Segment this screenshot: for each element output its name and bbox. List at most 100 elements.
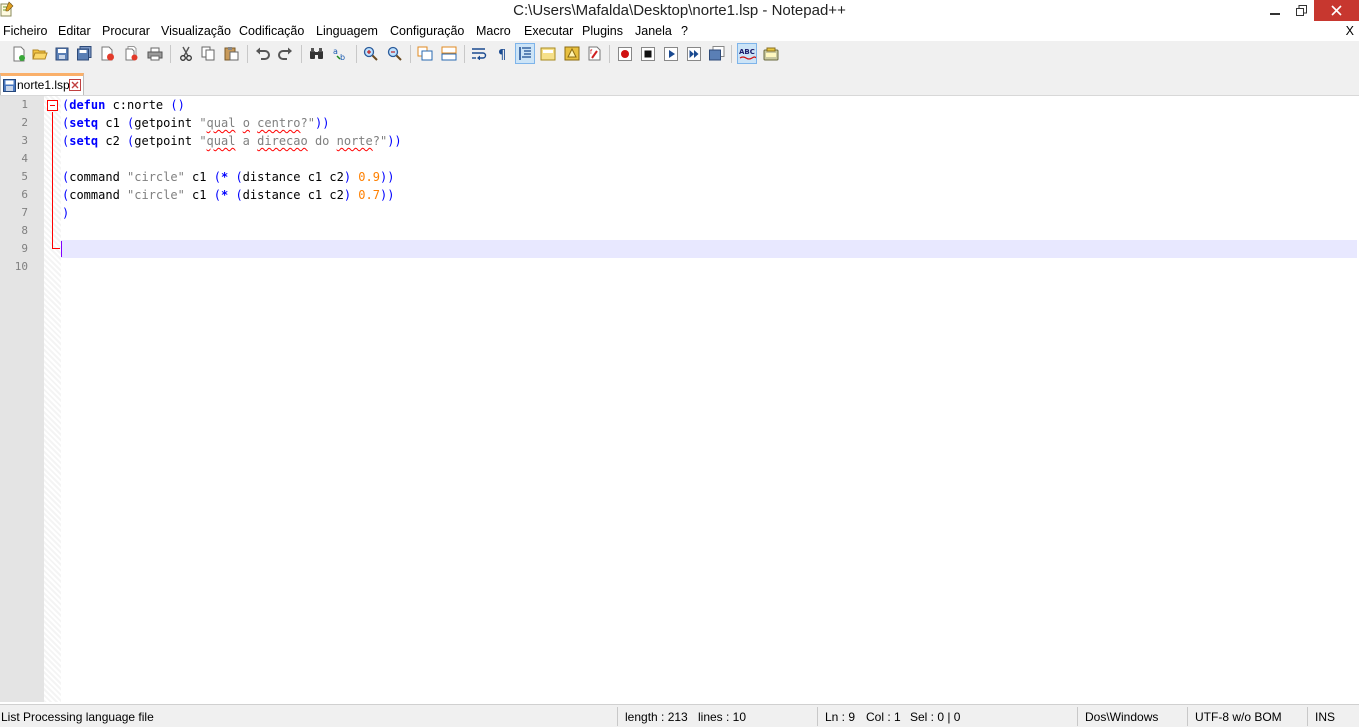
toolbar-separator [301, 45, 302, 63]
status-language: List Processing language file [1, 710, 154, 724]
menu-macro[interactable]: Macro [476, 24, 511, 38]
menu-codificacao[interactable]: Codificação [239, 24, 304, 38]
save-macro-icon[interactable] [708, 45, 725, 62]
svg-text:b: b [340, 53, 345, 61]
save-icon[interactable] [53, 45, 70, 62]
status-length: length : 213 [625, 710, 688, 724]
text-caret [61, 241, 62, 257]
window-title: C:\Users\Mafalda\Desktop\norte1.lsp - No… [513, 2, 846, 19]
fold-end-marker [52, 248, 60, 249]
save-all-icon[interactable] [76, 45, 93, 62]
plugin-icon[interactable] [762, 45, 779, 62]
toolbar-separator [247, 45, 248, 63]
find-icon[interactable] [308, 45, 325, 62]
zoom-in-icon[interactable] [362, 45, 379, 62]
status-bar: List Processing language file length : 2… [0, 704, 1359, 727]
close-icon [1331, 5, 1342, 16]
status-col: Col : 1 [866, 710, 901, 724]
record-macro-icon[interactable] [616, 45, 633, 62]
function-list-icon[interactable]: f [586, 45, 603, 62]
minimize-icon [1270, 12, 1280, 15]
status-eol[interactable]: Dos\Windows [1085, 710, 1158, 724]
status-mode[interactable]: INS [1315, 710, 1335, 724]
line-number: 4 [21, 152, 28, 165]
show-all-chars-icon[interactable]: ¶ [494, 45, 511, 62]
status-separator [617, 707, 618, 726]
close-file-icon[interactable] [99, 45, 116, 62]
open-file-icon[interactable] [31, 45, 48, 62]
doc-map-icon[interactable] [563, 45, 580, 62]
line-number: 2 [21, 116, 28, 129]
line-number: 3 [21, 134, 28, 147]
tab-norte1-lsp[interactable]: norte1.lsp [0, 73, 84, 95]
toolbar-separator [410, 45, 411, 63]
line-number: 10 [14, 260, 28, 273]
code-line-6[interactable]: (command "circle" c1 (* (distance c1 c2)… [62, 186, 394, 204]
code-line-7[interactable]: ) [62, 204, 69, 222]
line-number: 8 [21, 224, 28, 237]
menu-janela[interactable]: Janela [635, 24, 672, 38]
tab-label: norte1.lsp [17, 78, 70, 92]
sync-vertical-icon[interactable] [416, 45, 433, 62]
menu-plugins[interactable]: Plugins [582, 24, 623, 38]
svg-text:a: a [333, 47, 338, 56]
line-number: 6 [21, 188, 28, 201]
close-all-icon[interactable] [123, 45, 140, 62]
menu-configuracao[interactable]: Configuração [390, 24, 464, 38]
menu-editar[interactable]: Editar [58, 24, 91, 38]
word-wrap-icon[interactable] [470, 45, 487, 62]
cut-icon[interactable] [177, 45, 194, 62]
menu-linguagem[interactable]: Linguagem [316, 24, 378, 38]
fold-toggle-icon[interactable] [47, 100, 58, 111]
code-line-1[interactable]: (defun c:norte () [62, 96, 185, 114]
svg-text:ABC: ABC [739, 48, 755, 56]
tab-close-icon[interactable] [69, 79, 81, 91]
toolbar-separator [731, 45, 732, 63]
indent-guide-icon[interactable] [515, 43, 535, 64]
code-line-5[interactable]: (command "circle" c1 (* (distance c1 c2)… [62, 168, 394, 186]
close-window-button[interactable] [1314, 0, 1359, 21]
new-file-icon[interactable] [10, 45, 27, 62]
title-bar: C:\Users\Mafalda\Desktop\norte1.lsp - No… [0, 0, 1359, 22]
spell-check-icon[interactable]: ABC [737, 43, 757, 64]
minimize-button[interactable] [1262, 0, 1288, 21]
line-number: 5 [21, 170, 28, 183]
toolbar-separator [464, 45, 465, 63]
undo-icon[interactable] [254, 45, 271, 62]
menu-help[interactable]: ? [681, 24, 688, 38]
copy-icon[interactable] [200, 45, 217, 62]
redo-icon[interactable] [277, 45, 294, 62]
menu-executar[interactable]: Executar [524, 24, 573, 38]
code-line-3[interactable]: (setq c2 (getpoint "qual a direcao do no… [62, 132, 402, 150]
toolbar: ab ¶ f ABC [0, 41, 1359, 67]
play-macro-icon[interactable] [662, 45, 679, 62]
fold-range-line [52, 112, 53, 249]
status-separator [1187, 707, 1188, 726]
menu-procurar[interactable]: Procurar [102, 24, 150, 38]
menu-ficheiro[interactable]: Ficheiro [3, 24, 47, 38]
menu-visualizacao[interactable]: Visualização [161, 24, 231, 38]
status-separator [817, 707, 818, 726]
sync-horizontal-icon[interactable] [440, 45, 457, 62]
status-separator [1307, 707, 1308, 726]
zoom-out-icon[interactable] [386, 45, 403, 62]
paste-icon[interactable] [223, 45, 240, 62]
status-encoding[interactable]: UTF-8 w/o BOM [1195, 710, 1282, 724]
run-macro-multiple-icon[interactable] [685, 45, 702, 62]
toolbar-separator [356, 45, 357, 63]
line-number: 9 [21, 242, 28, 255]
stop-macro-icon[interactable] [639, 45, 656, 62]
tab-bar: norte1.lsp [0, 67, 1359, 95]
close-document-button[interactable]: X [1346, 24, 1354, 38]
editor[interactable]: 1 2 3 4 5 6 7 8 9 10 (defun c:norte () (… [0, 95, 1359, 702]
saved-file-icon [3, 79, 16, 92]
print-icon[interactable] [146, 45, 163, 62]
user-lang-icon[interactable] [539, 45, 556, 62]
replace-icon[interactable]: ab [332, 45, 349, 62]
restore-icon [1295, 5, 1307, 16]
code-line-2[interactable]: (setq c1 (getpoint "qual o centro?")) [62, 114, 329, 132]
line-number: 1 [21, 98, 28, 111]
line-number: 7 [21, 206, 28, 219]
restore-button[interactable] [1288, 0, 1314, 21]
line-number-gutter: 1 2 3 4 5 6 7 8 9 10 [0, 96, 44, 702]
